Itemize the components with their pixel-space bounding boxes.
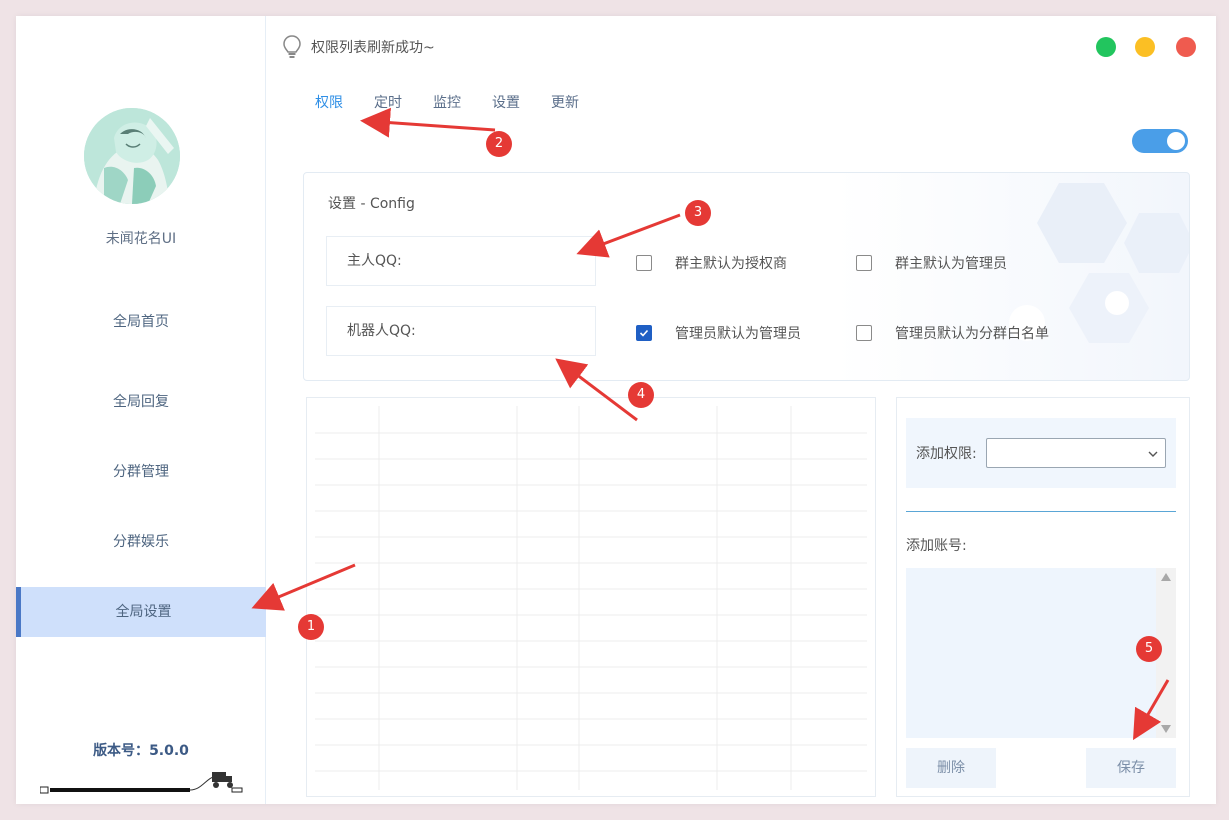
version-info: 版本号：5.0.0	[16, 740, 266, 760]
version-value: 5.0.0	[149, 743, 189, 759]
sidebar-item-global-settings[interactable]: 全局设置	[16, 587, 266, 637]
tab-settings[interactable]: 设置	[492, 92, 520, 118]
checkbox-box[interactable]	[636, 325, 652, 341]
tab-bar: 权限 定时 监控 设置 更新	[315, 92, 610, 118]
scroll-up-icon[interactable]	[1161, 573, 1171, 581]
checkmark-icon	[639, 329, 649, 337]
dino-game-icon	[40, 772, 243, 794]
sidebar: 未闻花名UI 全局首页 全局回复 分群管理 分群娱乐 全局设置 版本号：5.0.…	[16, 16, 266, 804]
checkbox-box[interactable]	[856, 325, 872, 341]
checkbox-label: 群主默认为授权商	[675, 256, 787, 272]
add-permission-label: 添加权限:	[916, 446, 977, 462]
annotation-badge-5: 5	[1136, 636, 1162, 662]
annotation-badge-3: 3	[685, 200, 711, 226]
divider	[906, 511, 1176, 512]
avatar	[84, 108, 180, 204]
checkbox-box[interactable]	[856, 255, 872, 271]
robot-qq-field[interactable]: 机器人QQ:	[326, 306, 596, 356]
tab-permissions[interactable]: 权限	[315, 92, 343, 118]
main-content: 权限列表刷新成功~ 权限 定时 监控 设置 更新 设置 - Config 主人Q…	[267, 16, 1216, 804]
sidebar-item-global-reply[interactable]: 全局回复	[16, 377, 266, 427]
checkbox-label: 管理员默认为管理员	[675, 326, 801, 342]
checkbox-label: 群主默认为管理员	[895, 256, 1007, 272]
permission-select-group: 添加权限:	[906, 418, 1176, 488]
app-window: 未闻花名UI 全局首页 全局回复 分群管理 分群娱乐 全局设置 版本号：5.0.…	[16, 16, 1216, 804]
save-button[interactable]: 保存	[1086, 748, 1176, 788]
feature-toggle[interactable]	[1132, 129, 1188, 153]
lightbulb-icon	[283, 35, 301, 58]
tab-update[interactable]: 更新	[551, 92, 579, 118]
minimize-button[interactable]	[1135, 37, 1155, 57]
checkbox-admin-as-admin[interactable]: 管理员默认为管理员	[636, 323, 801, 343]
permission-select[interactable]	[986, 438, 1166, 468]
tab-scheduled[interactable]: 定时	[374, 92, 402, 118]
scroll-down-icon[interactable]	[1161, 725, 1171, 733]
sidebar-item-group-management[interactable]: 分群管理	[16, 447, 266, 497]
checkbox-owner-as-licensor[interactable]: 群主默认为授权商	[636, 253, 787, 273]
owner-qq-label: 主人QQ:	[347, 253, 402, 269]
account-textarea[interactable]	[906, 568, 1176, 738]
chevron-down-icon	[1148, 451, 1158, 457]
checkbox-label: 管理员默认为分群白名单	[895, 326, 1049, 342]
annotation-badge-1: 1	[298, 614, 324, 640]
owner-qq-field[interactable]: 主人QQ:	[326, 236, 596, 286]
annotation-badge-4: 4	[628, 382, 654, 408]
hexagon-background	[1009, 183, 1189, 343]
checkbox-admin-as-whitelist[interactable]: 管理员默认为分群白名单	[856, 323, 1049, 343]
permission-table[interactable]	[306, 397, 876, 797]
checkbox-owner-as-admin[interactable]: 群主默认为管理员	[856, 253, 1007, 273]
close-button[interactable]	[1176, 37, 1196, 57]
config-panel: 设置 - Config 主人QQ: 机器人QQ: 群主默认为授权商 群主默认为管…	[303, 172, 1190, 381]
add-permission-panel: 添加权限: 添加账号: 删除 保存	[896, 397, 1190, 797]
sidebar-item-home[interactable]: 全局首页	[16, 297, 266, 347]
status-bar: 权限列表刷新成功~	[281, 34, 435, 60]
maximize-button[interactable]	[1096, 37, 1116, 57]
add-account-label: 添加账号:	[906, 538, 967, 554]
delete-button[interactable]: 删除	[906, 748, 996, 788]
annotation-badge-2: 2	[486, 131, 512, 157]
config-title: 设置 - Config	[328, 196, 415, 212]
version-label: 版本号：	[93, 743, 150, 759]
robot-qq-label: 机器人QQ:	[347, 323, 416, 339]
checkbox-box[interactable]	[636, 255, 652, 271]
tab-monitor[interactable]: 监控	[433, 92, 461, 118]
toggle-knob	[1167, 132, 1185, 150]
sidebar-item-group-entertainment[interactable]: 分群娱乐	[16, 517, 266, 567]
app-name: 未闻花名UI	[105, 231, 177, 247]
status-message: 权限列表刷新成功~	[311, 40, 435, 56]
table-grid	[315, 406, 867, 790]
